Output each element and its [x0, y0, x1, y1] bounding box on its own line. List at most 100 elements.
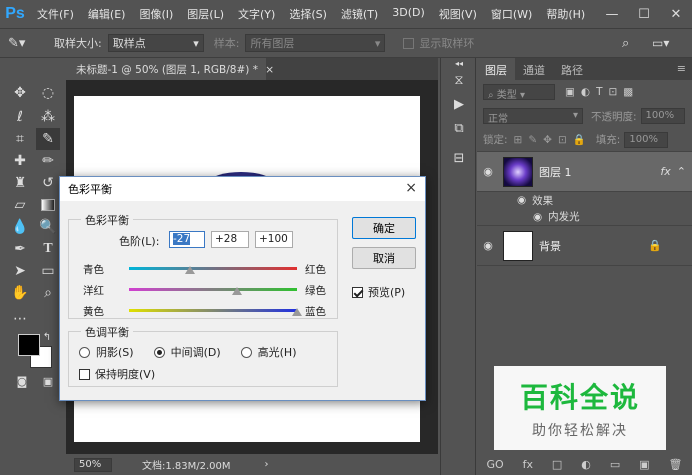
tone-option[interactable]: 高光(H): [240, 344, 297, 360]
opacity-field[interactable]: 100%: [640, 108, 685, 124]
tone-radio[interactable]: [153, 346, 165, 358]
sample-select[interactable]: 所有图层 ▾: [245, 34, 386, 52]
chevron-up-icon[interactable]: ⌃: [677, 165, 686, 178]
minimize-button[interactable]: —: [596, 7, 628, 22]
history-brush-tool-icon[interactable]: ↺: [36, 172, 60, 194]
delete-layer-icon[interactable]: 🗑: [669, 458, 683, 471]
actions-panel-icon[interactable]: ▶: [441, 92, 477, 116]
slider-track[interactable]: [129, 309, 297, 312]
preserve-luminosity-checkbox[interactable]: [79, 368, 90, 380]
quick-mask-icon[interactable]: ◙: [10, 370, 34, 392]
link-layers-icon[interactable]: GO: [486, 458, 503, 471]
menu-item[interactable]: 图像(I): [132, 6, 180, 22]
tone-radio[interactable]: [240, 346, 252, 358]
effects-row[interactable]: ◉ 效果: [477, 192, 692, 208]
eyedropper-tool-preset-icon[interactable]: ✎▾: [8, 36, 30, 51]
preview-row[interactable]: 预览(P): [352, 284, 405, 300]
history-panel-icon[interactable]: ⧖: [441, 68, 477, 92]
close-document-icon[interactable]: ×: [265, 64, 274, 76]
menu-item[interactable]: 编辑(E): [81, 6, 133, 22]
preview-checkbox[interactable]: [352, 286, 363, 298]
zoom-tool-icon[interactable]: ⌕: [36, 282, 60, 304]
menu-item[interactable]: 3D(D): [385, 6, 432, 22]
marquee-tool-icon[interactable]: ◌: [36, 82, 60, 104]
gradient-tool-icon[interactable]: [36, 194, 60, 216]
collapse-icon[interactable]: ◂◂: [441, 58, 477, 68]
tone-option[interactable]: 阴影(S): [79, 344, 134, 360]
hand-tool-icon[interactable]: ✋: [8, 282, 32, 304]
properties-panel-icon[interactable]: ⊟: [441, 146, 477, 170]
path-selection-tool-icon[interactable]: ➤: [8, 260, 32, 282]
tone-radio[interactable]: [79, 346, 90, 358]
document-tab[interactable]: 未标题-1 @ 50% (图层 1, RGB/8#) * ×: [66, 58, 274, 80]
3d-panel-icon[interactable]: ⧉: [441, 116, 477, 140]
clone-stamp-tool-icon[interactable]: ♜: [8, 172, 32, 194]
type-tool-icon[interactable]: T: [36, 238, 60, 260]
ok-button[interactable]: 确定: [352, 217, 416, 239]
foreground-color-swatch[interactable]: [18, 334, 40, 356]
inner-glow-eye-icon[interactable]: ◉: [533, 211, 542, 223]
dodge-tool-icon[interactable]: 🔍: [36, 216, 60, 238]
level-yellow-blue-input[interactable]: +100: [255, 231, 293, 248]
menu-item[interactable]: 图层(L): [180, 6, 231, 22]
status-arrow-icon[interactable]: ›: [265, 459, 269, 470]
lasso-tool-icon[interactable]: ℓ: [8, 106, 32, 128]
effects-eye-icon[interactable]: ◉: [517, 194, 526, 206]
menu-item[interactable]: 滤镜(T): [334, 6, 385, 22]
healing-brush-tool-icon[interactable]: ✚: [8, 150, 32, 172]
slider-handle[interactable]: [185, 266, 196, 274]
new-layer-icon[interactable]: ▣: [639, 458, 649, 471]
inner-glow-row[interactable]: ◉ 内发光: [477, 208, 692, 226]
maximize-button[interactable]: ☐: [628, 7, 660, 22]
blend-mode-select[interactable]: 正常 ▾: [483, 108, 583, 125]
slider-handle[interactable]: [292, 308, 302, 316]
menu-item[interactable]: 文字(Y): [231, 6, 282, 22]
crop-tool-icon[interactable]: ⌗: [8, 128, 32, 150]
close-window-button[interactable]: ✕: [660, 7, 692, 22]
lock-icons[interactable]: ⊞✎✥⊡🔒: [514, 133, 592, 146]
eyedropper-tool-icon[interactable]: ✎: [36, 128, 60, 150]
more-tools-icon[interactable]: ⋯: [8, 308, 32, 330]
menu-item[interactable]: 窗口(W): [484, 6, 539, 22]
blur-tool-icon[interactable]: 💧: [8, 216, 32, 238]
menu-item[interactable]: 视图(V): [432, 6, 484, 22]
layer-row-layer1[interactable]: ◉ 图层 1 fx ⌃: [477, 152, 692, 192]
add-mask-icon[interactable]: □: [552, 458, 562, 471]
tone-option[interactable]: 中间调(D): [153, 344, 221, 360]
sample-size-select[interactable]: 取样点 ▾: [107, 34, 204, 52]
visibility-eye-icon[interactable]: ◉: [477, 165, 499, 178]
menu-item[interactable]: 选择(S): [282, 6, 334, 22]
magic-wand-tool-icon[interactable]: ⁂: [36, 106, 60, 128]
preserve-luminosity-row[interactable]: 保持明度(V): [79, 366, 155, 382]
add-style-icon[interactable]: fx: [523, 458, 533, 471]
new-group-icon[interactable]: ▭: [610, 458, 620, 471]
panel-menu-icon[interactable]: ≡: [591, 58, 692, 80]
tab-paths[interactable]: 路径: [553, 58, 591, 80]
cancel-button[interactable]: 取消: [352, 247, 416, 269]
slider-track[interactable]: [129, 267, 297, 270]
zoom-field[interactable]: 50%: [74, 457, 112, 472]
fx-badge[interactable]: fx: [660, 165, 670, 178]
level-magenta-green-input[interactable]: +28: [211, 231, 249, 248]
menu-item[interactable]: 帮助(H): [539, 6, 592, 22]
search-icon[interactable]: ⌕: [622, 36, 629, 51]
eraser-tool-icon[interactable]: ▱: [8, 194, 32, 216]
pen-tool-icon[interactable]: ✒: [8, 238, 32, 260]
tab-channels[interactable]: 通道: [515, 58, 553, 80]
slider-handle[interactable]: [231, 287, 242, 295]
visibility-eye-icon[interactable]: ◉: [477, 239, 499, 252]
rectangle-tool-icon[interactable]: ▭: [36, 260, 60, 282]
tab-layers[interactable]: 图层: [477, 58, 515, 80]
swap-colors-icon[interactable]: ↰: [40, 330, 54, 344]
brush-tool-icon[interactable]: ✏: [36, 150, 60, 172]
fill-field[interactable]: 100%: [624, 131, 669, 148]
level-cyan-red-input[interactable]: -27: [169, 231, 205, 248]
workspace-icon[interactable]: ▭▾: [652, 36, 669, 50]
kind-filter-select[interactable]: ⌕ 类型 ▾: [483, 84, 555, 101]
show-ring-checkbox[interactable]: [403, 37, 415, 49]
layer-row-background[interactable]: ◉ 背景 🔒: [477, 226, 692, 266]
menu-item[interactable]: 文件(F): [30, 6, 81, 22]
screen-mode-icon[interactable]: ▣: [36, 370, 60, 392]
move-tool-icon[interactable]: ✥: [8, 82, 32, 104]
slider-track[interactable]: [129, 288, 297, 291]
